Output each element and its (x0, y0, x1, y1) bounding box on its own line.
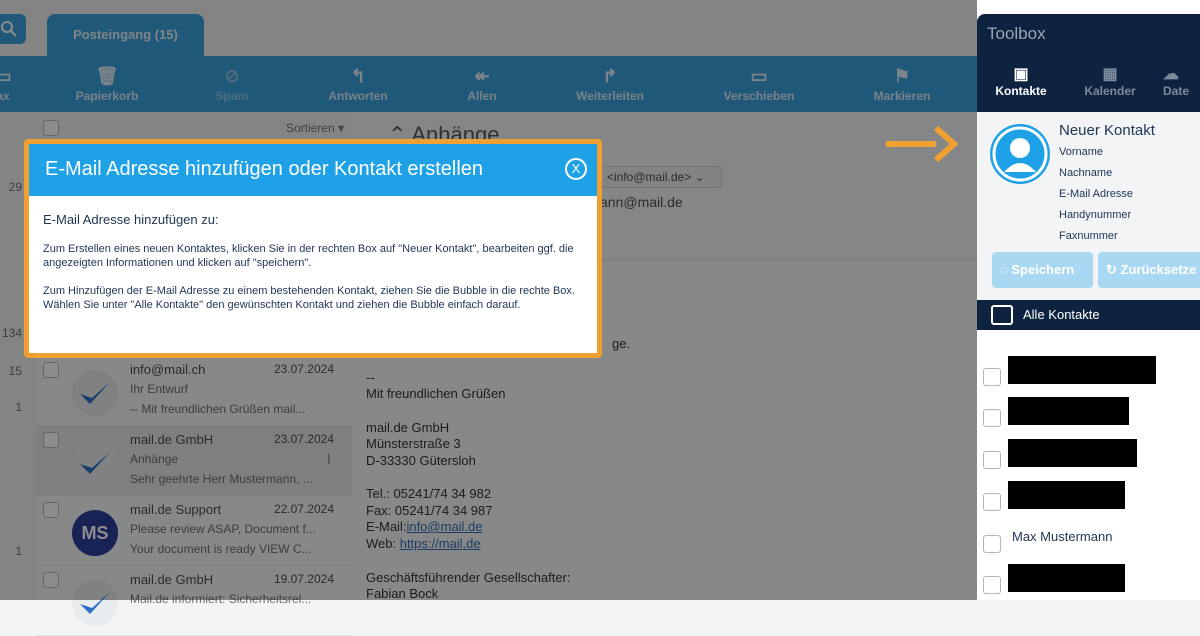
contact-row[interactable]: Max Mustermann (977, 523, 1200, 565)
new-contact-card[interactable]: Neuer Kontakt Vorname Nachname E-Mail Ad… (977, 112, 1200, 300)
arrow-right-icon (886, 125, 958, 163)
all-contacts-header[interactable]: Alle Kontakte (977, 300, 1200, 330)
user-icon (990, 124, 1050, 184)
dialog-paragraph: Zum Hinzufügen der E-Mail Adresse zu ein… (43, 285, 575, 311)
new-contact-title: Neuer Kontakt (1059, 122, 1155, 139)
tab-calendar[interactable]: ▦ Kalender (1075, 64, 1145, 98)
redacted-name (1008, 564, 1125, 592)
redacted-name (1008, 397, 1129, 425)
redacted-name (1008, 356, 1156, 384)
refresh-icon: ↻ (1106, 262, 1117, 277)
dialog-paragraph: Zum Erstellen eines neuen Kontaktes, kli… (43, 243, 574, 269)
toolbox-panel: Toolbox ▣ Kontakte ▦ Kalender ☁ Date Neu… (977, 0, 1200, 600)
contacts-icon: ▣ (1013, 66, 1029, 83)
save-button[interactable]: ◌ Speichern (992, 252, 1093, 288)
contact-row[interactable] (977, 397, 1200, 439)
dialog-subtitle: E-Mail Adresse hinzufügen zu: (43, 212, 219, 227)
redacted-name (1008, 481, 1125, 509)
contact-name: Max Mustermann (1012, 529, 1113, 544)
contact-checkbox[interactable] (983, 451, 1001, 469)
tab-contacts[interactable]: ▣ Kontakte (986, 64, 1056, 98)
contact-book-icon (991, 305, 1013, 325)
redacted-name (1008, 439, 1137, 467)
toolbox-title: Toolbox (987, 24, 1046, 43)
user-silhouette-icon (992, 126, 1048, 182)
add-contact-dialog: E-Mail Adresse hinzufügen oder Kontakt e… (24, 139, 602, 358)
dialog-header: E-Mail Adresse hinzufügen oder Kontakt e… (29, 144, 597, 196)
contact-checkbox[interactable] (983, 368, 1001, 386)
reset-button[interactable]: ↻ Zurücksetze (1098, 252, 1200, 288)
tab-files[interactable]: ☁ Date (1163, 64, 1200, 98)
contact-checkbox[interactable] (983, 535, 1001, 553)
dialog-title: E-Mail Adresse hinzufügen oder Kontakt e… (45, 158, 484, 180)
check-circle-icon: ◌ (1000, 262, 1008, 277)
contact-row[interactable] (977, 356, 1200, 398)
toolbox-header: Toolbox ▣ Kontakte ▦ Kalender ☁ Date (977, 14, 1200, 112)
calendar-icon: ▦ (1102, 66, 1118, 83)
contact-row[interactable] (977, 481, 1200, 523)
contact-checkbox[interactable] (983, 493, 1001, 511)
close-icon[interactable]: X (565, 158, 587, 180)
contact-checkbox[interactable] (983, 409, 1001, 427)
contact-checkbox[interactable] (983, 576, 1001, 594)
cloud-icon: ☁ (1163, 66, 1179, 83)
contact-row[interactable] (977, 439, 1200, 481)
